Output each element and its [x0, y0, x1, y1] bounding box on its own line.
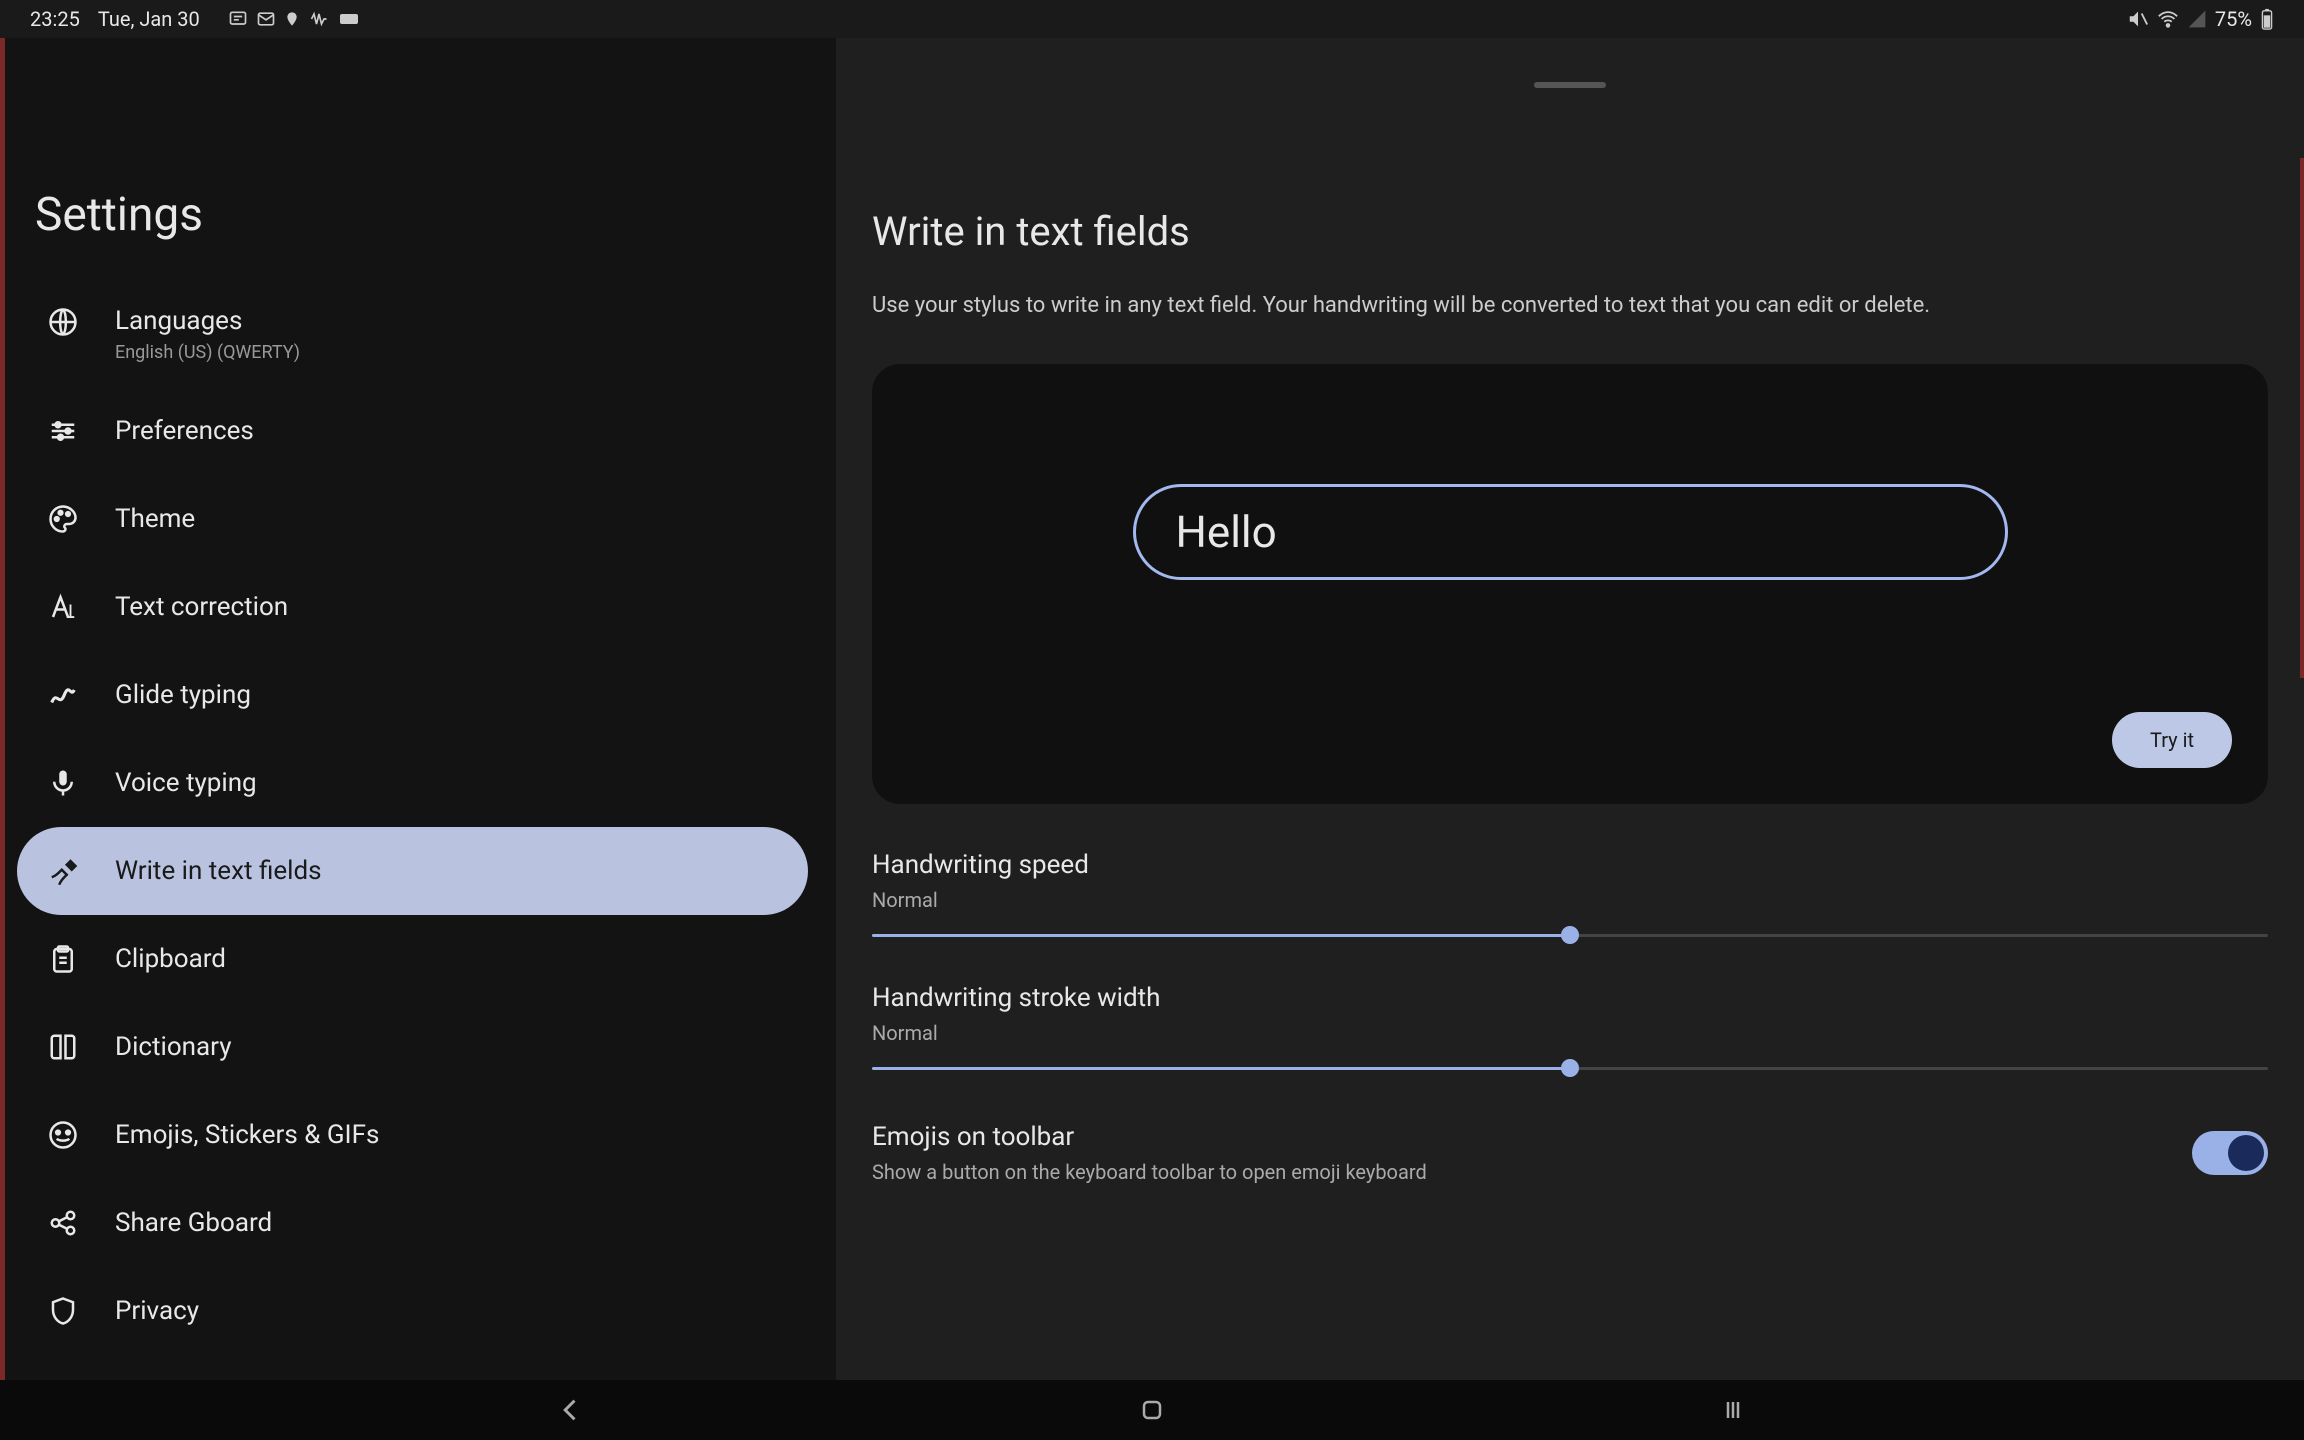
- handwriting-demo-input[interactable]: [1133, 484, 2008, 580]
- sidebar-item-dictionary[interactable]: Dictionary: [17, 1003, 808, 1091]
- status-app-icons: [228, 9, 362, 29]
- sidebar-item-emojis-stickers-gifs[interactable]: Emojis, Stickers & GIFs: [17, 1091, 808, 1179]
- pen-icon: [47, 855, 79, 887]
- nav-back-button[interactable]: [555, 1394, 587, 1426]
- status-date: Tue, Jan 30: [98, 7, 200, 31]
- sidebar-title: Settings: [5, 68, 820, 282]
- emoji-toolbar-title: Emojis on toolbar: [872, 1122, 1427, 1152]
- battery-percent: 75%: [2215, 7, 2252, 31]
- glide-icon: [47, 679, 79, 711]
- try-it-button[interactable]: Try it: [2112, 712, 2232, 768]
- main-area: Settings Languages English (US) (QWERTY) P…: [0, 38, 2304, 1380]
- status-left: 23:25 Tue, Jan 30: [30, 7, 362, 31]
- nav-recent-button[interactable]: [1717, 1394, 1749, 1426]
- sidebar-item-label: Theme: [115, 504, 195, 534]
- emoji-toolbar-desc: Show a button on the keyboard toolbar to…: [872, 1160, 1427, 1184]
- sidebar-item-label: Write in text fields: [115, 856, 322, 886]
- emoji-toolbar-toggle[interactable]: [2192, 1131, 2268, 1175]
- sidebar-item-sublabel: English (US) (QWERTY): [115, 342, 300, 363]
- gmail-icon: [256, 9, 276, 29]
- handwriting-speed-slider[interactable]: [872, 934, 2268, 937]
- wave-icon: [308, 9, 330, 29]
- sidebar-item-label: Privacy: [115, 1296, 199, 1326]
- navigation-bar: [0, 1380, 2304, 1440]
- signal-icon: [2187, 9, 2207, 29]
- sidebar-item-text-correction[interactable]: Text correction: [17, 563, 808, 651]
- sidebar-item-write-in-text-fields[interactable]: Write in text fields: [17, 827, 808, 915]
- share-icon: [47, 1207, 79, 1239]
- toggle-knob: [2228, 1135, 2264, 1171]
- sidebar-item-rate-us[interactable]: Rate us: [17, 1355, 808, 1380]
- sidebar-item-share-gboard[interactable]: Share Gboard: [17, 1179, 808, 1267]
- sidebar-item-label: Languages: [115, 306, 300, 336]
- sidebar-item-clipboard[interactable]: Clipboard: [17, 915, 808, 1003]
- sidebar-item-label: Text correction: [115, 592, 288, 622]
- clipboard-icon: [47, 943, 79, 975]
- sidebar-item-theme[interactable]: Theme: [17, 475, 808, 563]
- sidebar-item-voice-typing[interactable]: Voice typing: [17, 739, 808, 827]
- status-time: 23:25: [30, 7, 80, 31]
- mic-icon: [47, 767, 79, 799]
- palette-icon: [47, 503, 79, 535]
- nav-home-button[interactable]: [1136, 1394, 1168, 1426]
- sidebar-item-label: Emojis, Stickers & GIFs: [115, 1120, 379, 1150]
- battery-icon: [2260, 8, 2274, 30]
- globe-icon: [47, 306, 79, 338]
- wifi-icon: [2157, 8, 2179, 30]
- page-title: Write in text fields: [872, 208, 2268, 255]
- status-bar: 23:25 Tue, Jan 30 75%: [0, 0, 2304, 38]
- mute-icon: [2127, 8, 2149, 30]
- message-icon: [228, 9, 248, 29]
- stroke-width-value: Normal: [872, 1021, 2268, 1045]
- stroke-width-title: Handwriting stroke width: [872, 983, 2268, 1013]
- sidebar-item-label: Glide typing: [115, 680, 251, 710]
- sidebar-item-label: Preferences: [115, 416, 254, 446]
- content-pane: Write in text fields Use your stylus to …: [836, 38, 2304, 1380]
- shield-icon: [47, 1295, 79, 1327]
- stroke-width-setting: Handwriting stroke width Normal: [872, 983, 2268, 1070]
- stroke-width-slider[interactable]: [872, 1067, 2268, 1070]
- sidebar-item-label: Share Gboard: [115, 1208, 272, 1238]
- rect-icon: [338, 11, 362, 27]
- status-right: 75%: [2127, 7, 2274, 31]
- book-icon: [47, 1031, 79, 1063]
- sidebar-item-preferences[interactable]: Preferences: [17, 387, 808, 475]
- sidebar-item-glide-typing[interactable]: Glide typing: [17, 651, 808, 739]
- text-icon: [47, 591, 79, 623]
- sidebar-item-languages[interactable]: Languages English (US) (QWERTY): [17, 282, 808, 387]
- settings-sidebar: Settings Languages English (US) (QWERTY) P…: [0, 38, 836, 1380]
- location-icon: [284, 9, 300, 29]
- sidebar-item-label: Voice typing: [115, 768, 257, 798]
- page-description: Use your stylus to write in any text fie…: [872, 293, 2268, 318]
- handwriting-demo-card: Try it: [872, 364, 2268, 804]
- handwriting-speed-value: Normal: [872, 888, 2268, 912]
- sidebar-item-privacy[interactable]: Privacy: [17, 1267, 808, 1355]
- right-edge-indicator: [2300, 158, 2304, 678]
- sliders-icon: [47, 415, 79, 447]
- emoji-toolbar-setting: Emojis on toolbar Show a button on the k…: [872, 1122, 2268, 1184]
- handwriting-speed-title: Handwriting speed: [872, 850, 2268, 880]
- sidebar-item-label: Clipboard: [115, 944, 226, 974]
- sidebar-item-label: Dictionary: [115, 1032, 232, 1062]
- smile-icon: [47, 1119, 79, 1151]
- handwriting-speed-setting: Handwriting speed Normal: [872, 850, 2268, 937]
